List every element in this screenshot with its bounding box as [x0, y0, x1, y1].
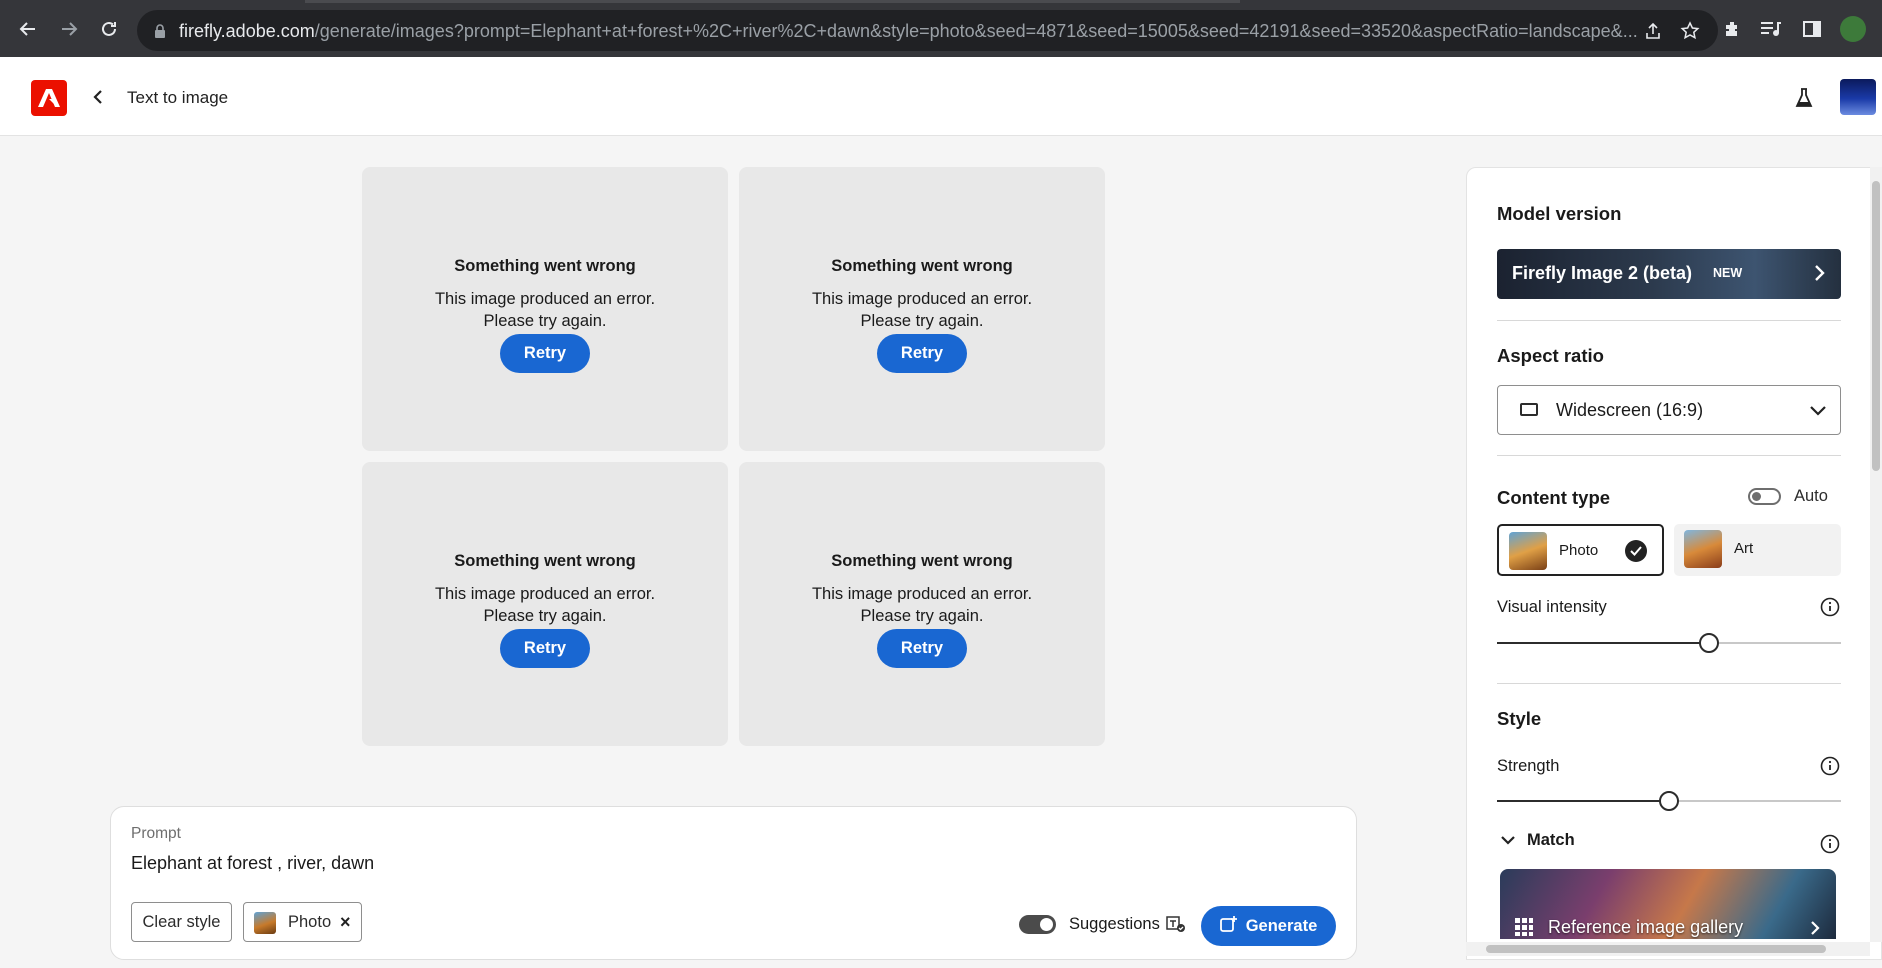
model-version-title: Model version — [1497, 203, 1622, 224]
image-result-tile: Something went wrong This image produced… — [362, 167, 728, 451]
widescreen-icon — [1520, 403, 1538, 416]
content-type-label: Photo — [1559, 542, 1599, 559]
auto-label: Auto — [1794, 487, 1828, 505]
content-type-title: Content type — [1497, 487, 1611, 508]
page-title: Text to image — [127, 88, 229, 107]
remove-chip-icon[interactable]: × — [340, 912, 351, 933]
info-icon[interactable] — [1819, 833, 1841, 855]
adobe-logo-icon[interactable] — [31, 80, 67, 116]
error-message: This image produced an error. Please try … — [434, 290, 656, 330]
error-message: This image produced an error. Please try … — [434, 585, 656, 625]
user-avatar[interactable] — [1840, 79, 1876, 115]
app-header: Text to image — [0, 57, 1882, 136]
art-thumbnail — [1684, 530, 1722, 568]
clear-style-button[interactable]: Clear style — [131, 902, 232, 942]
visual-intensity-slider[interactable] — [1497, 632, 1841, 654]
error-title: Something went wrong — [831, 552, 1013, 570]
image-result-tile: Something went wrong This image produced… — [362, 462, 728, 746]
aspect-ratio-value: Widescreen (16:9) — [1556, 400, 1704, 420]
generate-sparkle-icon — [1219, 915, 1238, 938]
share-icon[interactable] — [1642, 20, 1664, 42]
slider-fill — [1497, 800, 1669, 802]
suggestions-toggle[interactable] — [1019, 915, 1056, 934]
new-badge: NEW — [1713, 266, 1743, 280]
retry-button[interactable]: Retry — [500, 334, 590, 373]
panel-horizontal-scrollbar[interactable] — [1466, 942, 1870, 956]
prompt-input[interactable]: Elephant at forest , river, dawn — [131, 853, 374, 874]
slider-handle[interactable] — [1659, 791, 1679, 811]
visual-intensity-label: Visual intensity — [1497, 598, 1607, 616]
back-chevron-icon[interactable] — [88, 87, 108, 107]
suggestions-label: Suggestions — [1069, 915, 1160, 933]
slider-handle[interactable] — [1698, 633, 1719, 653]
divider — [1497, 683, 1841, 684]
info-icon[interactable] — [1819, 596, 1841, 618]
divider — [1497, 320, 1841, 321]
chevron-down-icon — [1808, 400, 1828, 420]
suggestions-settings-icon[interactable] — [1165, 913, 1187, 935]
image-result-tile: Something went wrong This image produced… — [739, 167, 1105, 451]
aspect-ratio-select[interactable]: Widescreen (16:9) — [1497, 385, 1841, 435]
prompt-label: Prompt — [131, 825, 181, 842]
retry-button[interactable]: Retry — [877, 629, 967, 668]
strength-slider[interactable] — [1497, 790, 1841, 812]
panel-vertical-scrollbar[interactable] — [1870, 167, 1882, 942]
grid-icon — [1514, 917, 1534, 937]
aspect-ratio-title: Aspect ratio — [1497, 345, 1604, 366]
content-type-photo[interactable]: Photo — [1497, 524, 1664, 576]
model-name: Firefly Image 2 (beta) — [1512, 263, 1693, 283]
reference-image-gallery[interactable]: Reference image gallery — [1500, 869, 1836, 939]
extensions-icon[interactable] — [1720, 17, 1744, 41]
side-panel-icon[interactable] — [1800, 17, 1824, 41]
error-title: Something went wrong — [454, 257, 636, 275]
style-chip-label: Photo — [288, 913, 332, 931]
chevron-right-icon — [1809, 263, 1829, 283]
divider — [1497, 455, 1841, 456]
browser-toolbar: firefly.adobe.com/generate/images?prompt… — [0, 0, 1882, 57]
style-chip-photo[interactable]: Photo × — [243, 902, 362, 942]
reload-icon[interactable] — [95, 15, 123, 43]
image-result-tile: Something went wrong This image produced… — [739, 462, 1105, 746]
profile-avatar[interactable] — [1840, 16, 1866, 42]
retry-button[interactable]: Retry — [877, 334, 967, 373]
chevron-right-icon — [1806, 919, 1824, 937]
star-icon[interactable] — [1679, 20, 1701, 42]
labs-flask-icon[interactable] — [1791, 85, 1817, 111]
style-title: Style — [1497, 708, 1542, 729]
prompt-panel: Prompt Elephant at forest , river, dawn … — [110, 806, 1357, 960]
url-text: firefly.adobe.com/generate/images?prompt… — [179, 21, 1638, 41]
error-message: This image produced an error. Please try … — [811, 585, 1033, 625]
generate-button[interactable]: Generate — [1201, 906, 1336, 946]
address-bar[interactable]: firefly.adobe.com/generate/images?prompt… — [137, 10, 1718, 51]
back-arrow-icon[interactable] — [14, 15, 42, 43]
forward-arrow-icon[interactable] — [55, 15, 83, 43]
scrollbar-thumb[interactable] — [1486, 945, 1826, 953]
photo-thumbnail — [254, 912, 276, 934]
error-title: Something went wrong — [454, 552, 636, 570]
content-type-art[interactable]: Art — [1674, 524, 1841, 576]
error-title: Something went wrong — [831, 257, 1013, 275]
match-label: Match — [1527, 831, 1575, 849]
strength-label: Strength — [1497, 757, 1560, 775]
generate-label: Generate — [1245, 916, 1318, 935]
media-queue-icon[interactable] — [1758, 17, 1782, 41]
info-icon[interactable] — [1819, 755, 1841, 777]
lock-icon[interactable] — [149, 20, 171, 42]
scrollbar-thumb[interactable] — [1872, 181, 1880, 471]
content-type-label: Art — [1734, 540, 1754, 557]
reference-gallery-label: Reference image gallery — [1548, 917, 1744, 937]
auto-toggle[interactable] — [1748, 488, 1781, 505]
slider-fill — [1497, 642, 1709, 644]
retry-button[interactable]: Retry — [500, 629, 590, 668]
model-version-card[interactable]: Firefly Image 2 (beta) NEW — [1497, 249, 1841, 299]
checkmark-icon — [1625, 540, 1647, 562]
settings-panel: Model version Firefly Image 2 (beta) NEW… — [1466, 167, 1882, 960]
chevron-down-icon — [1500, 833, 1516, 851]
error-message: This image produced an error. Please try … — [811, 290, 1033, 330]
photo-thumbnail — [1509, 532, 1547, 570]
